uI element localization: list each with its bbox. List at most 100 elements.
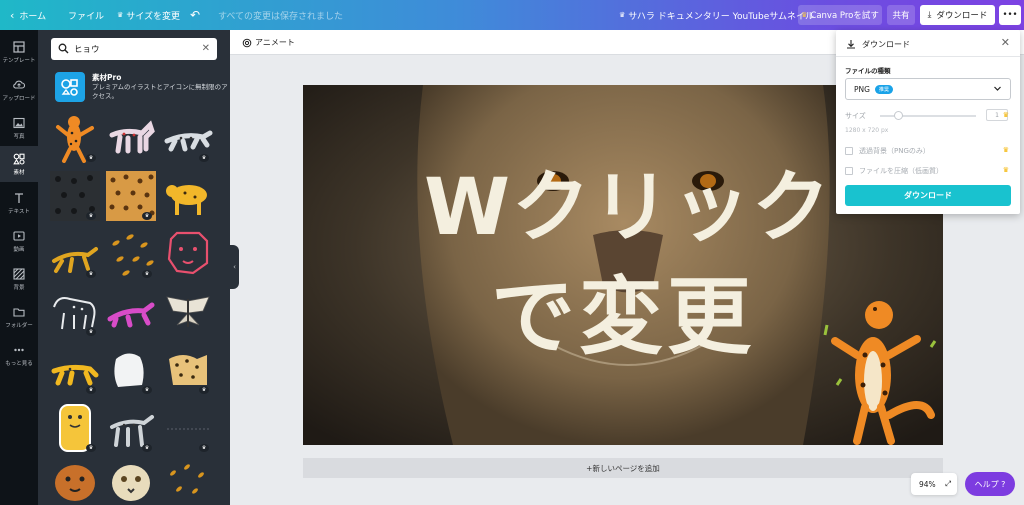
pro-crown-icon: ♛ <box>199 386 209 394</box>
document-title[interactable]: ♛ サハラ ドキュメンタリー YouTubeサムネイル <box>619 0 814 30</box>
background-icon <box>13 267 25 280</box>
pro-crown-icon: ♛ <box>142 444 152 452</box>
photo-icon <box>13 117 25 128</box>
clear-search-icon[interactable]: ✕ <box>202 43 210 54</box>
leopard-head-tile[interactable] <box>106 455 156 505</box>
crown-icon: ♛ <box>117 11 124 19</box>
help-button[interactable]: ヘルプ ? <box>965 472 1015 496</box>
pro-crown-icon: ♛ <box>86 270 96 278</box>
animate-button[interactable]: アニメート <box>242 37 295 48</box>
search-input[interactable]: ヒョウ ✕ <box>51 38 217 60</box>
dimensions-text: 1280 x 720 px <box>845 127 889 134</box>
dancing-leopard-illustration[interactable] <box>813 295 943 445</box>
brand-icon: ♛ <box>619 11 626 19</box>
leopard-fur-pattern-tile[interactable]: ♛ <box>106 171 156 221</box>
promo-title: 素材Pro <box>92 73 122 82</box>
left-rail: テンプレート アップロード 写真 素材 テキスト 動画 背景 フォルダー もっと… <box>0 30 38 505</box>
download-label: ダウンロード <box>936 11 988 21</box>
home-button[interactable]: ‹ ホーム <box>10 0 46 30</box>
crown-icon: ♛ <box>801 11 808 19</box>
recommended-badge: 推奨 <box>874 84 893 94</box>
file-label: ファイル <box>68 11 105 22</box>
rail-item-uploads[interactable]: アップロード <box>0 72 38 108</box>
more-options-button[interactable]: ••• <box>999 5 1021 25</box>
leopard-sticker-tile[interactable]: ♛ <box>50 403 100 453</box>
elements-icon <box>13 153 25 165</box>
file-type-select[interactable]: PNG 推奨 <box>845 78 1011 100</box>
yellow-running-leopard-tile[interactable]: ♛ <box>50 345 100 395</box>
download-button[interactable]: ⤓ ダウンロード <box>920 5 995 25</box>
compress-file-option[interactable]: ファイルを圧縮（低画質） <box>845 166 943 176</box>
top-bar: ‹ ホーム ファイル ♛ サイズを変更 ↶ すべての変更は保存されました ♛ サ… <box>0 0 1024 30</box>
download-dialog: ダウンロード ✕ ファイルの種類 PNG 推奨 サイズ 1 ♛ 1280 x 7… <box>836 30 1020 214</box>
transparent-label: 透過背景（PNGのみ） <box>859 147 930 155</box>
share-button[interactable]: 共有 <box>887 5 915 25</box>
rail-item-video[interactable]: 動画 <box>0 223 38 259</box>
leopard-face-tile[interactable] <box>50 455 100 505</box>
pink-leopard-face-tile[interactable] <box>163 229 213 279</box>
dotted-line-tile[interactable]: ♛ <box>163 403 213 453</box>
pro-crown-icon: ♛ <box>1002 146 1009 154</box>
compress-checkbox[interactable] <box>845 167 853 175</box>
leopard-spots-tile[interactable]: ♛ <box>106 229 156 279</box>
document-title-text: サハラ ドキュメンタリー YouTubeサムネイル <box>628 11 815 22</box>
outline-leopard-tile[interactable]: ♛ <box>50 287 100 337</box>
collapse-panel-button[interactable]: ‹ <box>230 245 239 289</box>
rail-item-more[interactable]: もっと見る <box>0 337 38 373</box>
dialog-download-button[interactable]: ダウンロード <box>845 185 1011 206</box>
white-leopard-silhouette-tile[interactable]: ♛ <box>106 345 156 395</box>
close-icon[interactable]: ✕ <box>1001 36 1010 49</box>
zoom-control[interactable]: 94% ⤢ <box>911 473 957 495</box>
canvas-headline-line2[interactable]: で変更 <box>453 271 793 363</box>
undo-icon[interactable]: ↶ <box>190 0 200 30</box>
small-spots-tile[interactable] <box>163 455 213 505</box>
yellow-leopard-tile[interactable] <box>163 171 213 221</box>
file-menu[interactable]: ファイル <box>68 0 104 30</box>
rail-label: 動画 <box>13 246 25 253</box>
add-page-button[interactable]: +新しいページを追加 <box>303 458 943 478</box>
pro-crown-icon: ♛ <box>86 386 96 394</box>
pro-crown-icon: ♛ <box>199 444 209 452</box>
video-icon <box>13 230 25 241</box>
pink-leopard-tile[interactable] <box>106 113 156 163</box>
rail-label: アップロード <box>2 95 36 102</box>
rail-item-folders[interactable]: フォルダー <box>0 299 38 335</box>
dark-leopard-pattern-tile[interactable]: ♛ <box>50 171 100 221</box>
pro-promo-card[interactable]: 素材Pro プレミアムのイラストとアイコンに無制限のアクセス。 <box>55 72 228 104</box>
rail-label: テンプレート <box>2 57 36 64</box>
search-icon <box>58 43 69 54</box>
rail-label: フォルダー <box>5 322 33 329</box>
folder-icon <box>13 307 25 317</box>
download-icon: ⤓ <box>927 10 932 20</box>
dialog-title: ダウンロード <box>862 40 910 49</box>
try-pro-button[interactable]: ♛ Canva Proを試す <box>798 5 882 25</box>
magenta-leopard-tile[interactable] <box>106 287 156 337</box>
save-status: すべての変更は保存されました <box>218 11 344 22</box>
moth-tile[interactable] <box>163 287 213 337</box>
rail-item-photos[interactable]: 写真 <box>0 110 38 146</box>
resize-button[interactable]: ♛ サイズを変更 <box>117 0 180 30</box>
rail-item-text[interactable]: テキスト <box>0 185 38 221</box>
download-icon <box>847 40 855 49</box>
elements-panel: ヒョウ ✕ 素材Pro プレミアムのイラストとアイコンに無制限のアクセス。 ♛ … <box>38 30 230 505</box>
leopard-print-tile[interactable]: ♛ <box>163 345 213 395</box>
canvas-headline-line1[interactable]: Wクリック <box>403 165 853 251</box>
pro-crown-icon: ♛ <box>199 154 209 162</box>
cheetah-tile[interactable]: ♛ <box>106 403 156 453</box>
size-label: サイズ <box>845 112 866 120</box>
pro-crown-icon: ♛ <box>86 154 96 162</box>
size-slider-handle[interactable] <box>894 111 903 120</box>
chevron-down-icon <box>994 86 1001 91</box>
rail-item-background[interactable]: 背景 <box>0 261 38 297</box>
running-leopard-tile[interactable]: ♛ <box>50 229 100 279</box>
transparent-checkbox[interactable] <box>845 147 853 155</box>
template-icon <box>13 40 25 53</box>
transparent-background-option[interactable]: 透過背景（PNGのみ） <box>845 146 930 156</box>
white-leopard-tile[interactable]: ♛ <box>163 113 213 163</box>
rail-item-elements[interactable]: 素材 <box>0 146 38 182</box>
fullscreen-icon[interactable]: ⤢ <box>945 479 951 489</box>
leopard-dancing-tile[interactable]: ♛ <box>50 113 100 163</box>
rail-label: 写真 <box>13 133 25 140</box>
rail-item-templates[interactable]: テンプレート <box>0 34 38 70</box>
divider <box>836 56 1020 57</box>
